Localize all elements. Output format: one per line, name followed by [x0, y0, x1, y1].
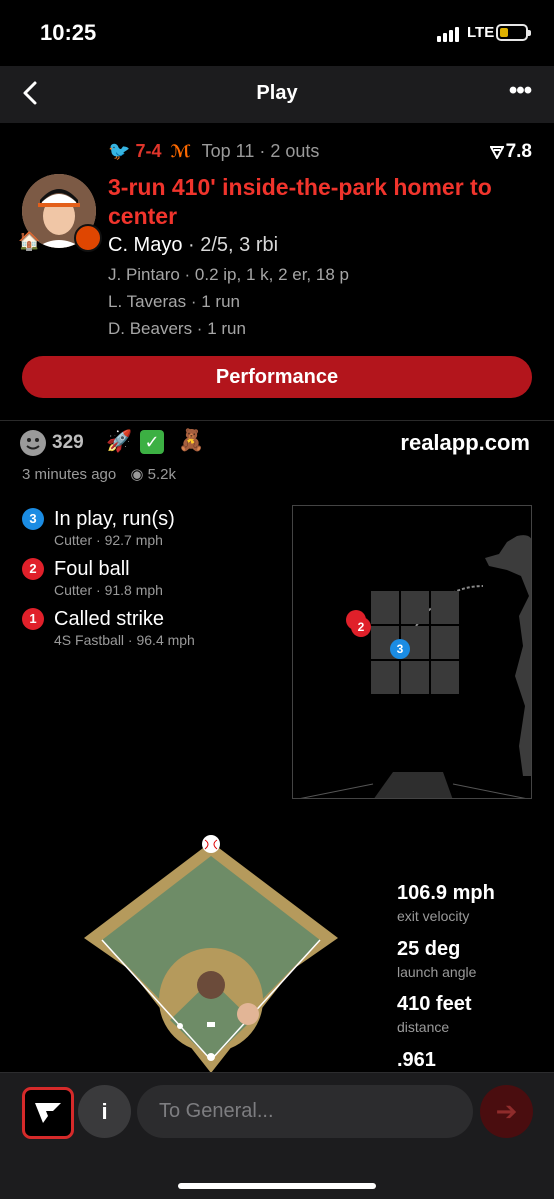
home-indicator	[178, 1183, 376, 1189]
view-count: 5.2k	[147, 466, 177, 483]
pitch-row[interactable]: 2 Foul ball Cutter · 91.8 mph	[22, 558, 282, 604]
pitch-detail: Cutter · 92.7 mph	[54, 532, 163, 548]
battery-icon	[496, 24, 531, 41]
runner-avatar	[197, 971, 225, 999]
rating-value: 7.8	[505, 141, 532, 162]
pitch-result: Foul ball	[54, 558, 130, 580]
score-line: 🐦 7-4 ℳ Top 11 · 2 outs	[108, 141, 319, 162]
play-rating: 7.8	[488, 141, 532, 163]
pitch-number-badge: 1	[22, 608, 44, 630]
baseball-icon	[202, 835, 220, 853]
signal-icon	[437, 26, 463, 42]
performance-button[interactable]: Performance	[22, 356, 532, 398]
batter-name: C. Mayo	[108, 234, 183, 256]
source-link[interactable]: realapp.com	[400, 430, 530, 456]
player-line[interactable]: L. Taveras · 1 run	[108, 292, 240, 312]
play-headline: 3-run 410' inside-the-park homer to cent…	[108, 174, 492, 229]
smiley-reaction-icon[interactable]	[20, 430, 46, 456]
orioles-icon: 🐦	[108, 141, 131, 161]
runner-avatar	[237, 1003, 259, 1025]
app-logo-button[interactable]	[22, 1087, 74, 1139]
status-bar: 10:25 LTE	[0, 0, 554, 66]
info-button[interactable]: i	[78, 1085, 131, 1138]
away-score: 7	[135, 141, 146, 161]
pitch-row[interactable]: 1 Called strike 4S Fastball · 96.4 mph	[22, 608, 282, 654]
home-score: 4	[151, 141, 162, 161]
exit-velocity-label: exit velocity	[397, 908, 470, 924]
pitch-number-badge: 3	[22, 508, 44, 530]
player-line[interactable]: D. Beavers · 1 run	[108, 319, 246, 339]
strike-zone-grid	[371, 591, 459, 694]
xba-value: .961	[397, 1049, 436, 1071]
send-arrow-icon[interactable]: ➔	[480, 1085, 533, 1138]
strike-zone-panel: 2 3	[292, 505, 532, 799]
status-time: 10:25	[40, 20, 97, 45]
pitch-row[interactable]: 3 In play, run(s) Cutter · 92.7 mph	[22, 508, 282, 554]
rocket-reaction-icon[interactable]: 🚀	[106, 430, 132, 454]
pitch-marker[interactable]: 2	[351, 617, 371, 637]
distance-label: distance	[397, 1019, 450, 1035]
exit-velocity-value: 106.9 mph	[397, 882, 495, 904]
home-team-icon: 🏠	[18, 231, 41, 251]
player-line[interactable]: J. Pintaro · 0.2 ip, 1 k, 2 er, 18 p	[108, 265, 349, 285]
app-logo-icon	[35, 1103, 61, 1123]
message-input[interactable]	[137, 1085, 473, 1138]
pitch-result: Called strike	[54, 608, 165, 630]
bear-reaction-icon[interactable]: 🧸	[178, 429, 204, 453]
pitch-marker[interactable]: 3	[390, 639, 410, 659]
page-title: Play	[256, 82, 298, 104]
mets-logo-icon: ℳ	[170, 142, 191, 161]
distance-value: 410 feet	[397, 993, 472, 1015]
inning-info: Top 11 · 2 outs	[201, 141, 320, 161]
reaction-count: 329	[52, 432, 84, 453]
eye-icon: ◉	[130, 466, 144, 483]
more-options-icon[interactable]: •••	[504, 79, 536, 104]
spray-chart-field	[84, 835, 338, 1073]
batter-line[interactable]: C. Mayo · 2/5, 3 rbi	[108, 234, 278, 257]
rating-icon	[488, 145, 505, 161]
message-composer: i ➔	[0, 1072, 554, 1199]
divider	[0, 420, 554, 421]
pitch-result: In play, run(s)	[54, 508, 175, 530]
check-reaction-icon[interactable]: ✓	[140, 430, 164, 454]
pitch-number-badge: 2	[22, 558, 44, 580]
launch-angle-value: 25 deg	[397, 938, 461, 960]
pitch-detail: 4S Fastball · 96.4 mph	[54, 632, 195, 648]
pitch-detail: Cutter · 91.8 mph	[54, 582, 163, 598]
nav-bar: Play •••	[0, 66, 554, 123]
post-meta: 3 minutes ago ◉ 5.2k	[22, 465, 176, 483]
time-ago: 3 minutes ago	[22, 466, 117, 483]
launch-angle-label: launch angle	[397, 964, 477, 980]
network-label: LTE	[467, 24, 495, 41]
batter-stats: · 2/5, 3 rbi	[182, 234, 279, 256]
team-badge-icon	[74, 224, 102, 252]
